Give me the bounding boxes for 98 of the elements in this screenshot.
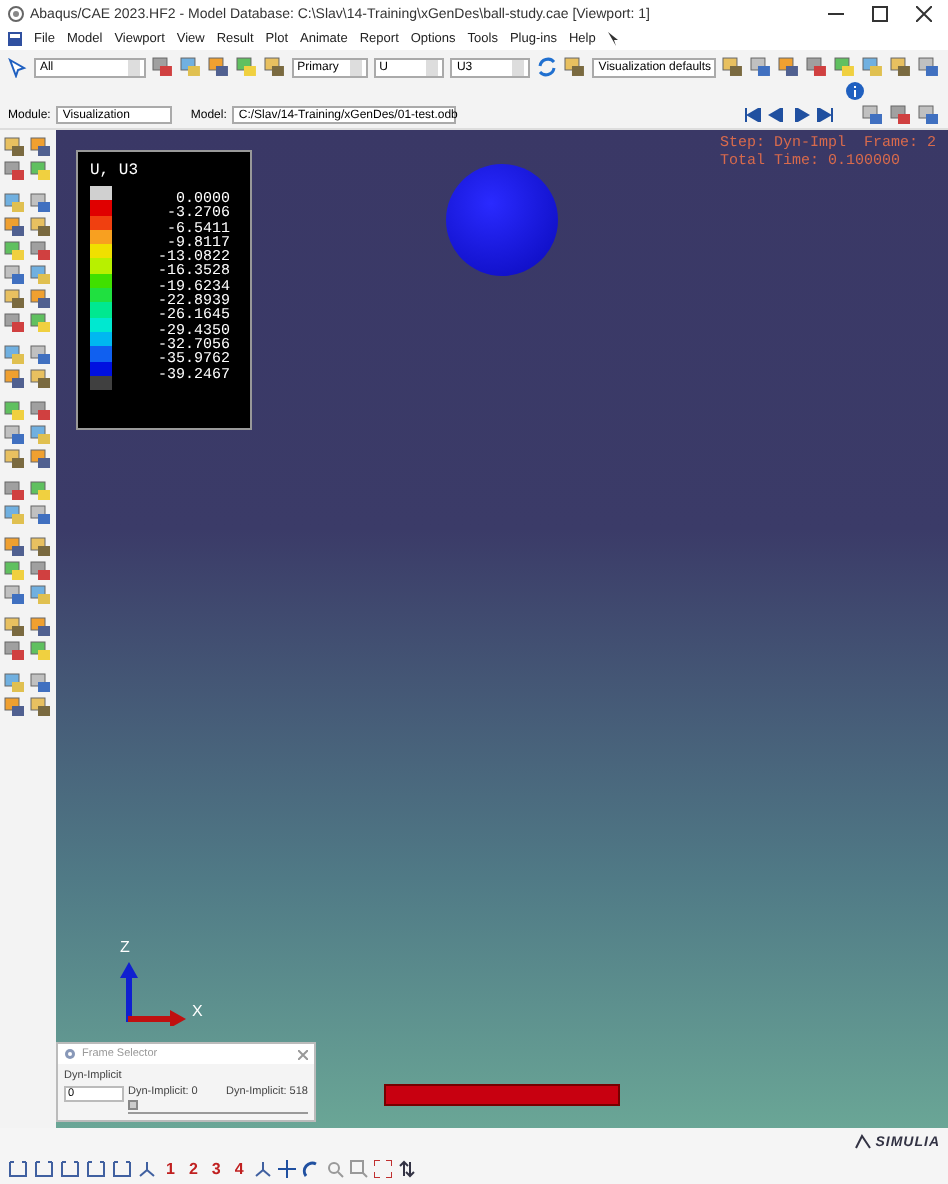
tool-icon[interactable] <box>30 136 52 158</box>
tool-icon[interactable] <box>30 640 52 662</box>
legend-title: U, U3 <box>90 162 141 180</box>
tool-icon[interactable] <box>179 56 202 78</box>
tool-icon[interactable] <box>263 56 286 78</box>
tool-icon[interactable] <box>30 448 52 470</box>
tool-icon[interactable] <box>4 640 26 662</box>
view-frame-icon[interactable] <box>86 1159 106 1177</box>
tool-icon[interactable] <box>30 264 52 286</box>
fit-view-icon[interactable] <box>373 1159 392 1177</box>
pointer-icon[interactable] <box>8 57 28 77</box>
first-frame-icon[interactable] <box>744 108 762 122</box>
tool-icon[interactable] <box>4 480 26 502</box>
view-frame-icon[interactable] <box>60 1159 80 1177</box>
tool-icon[interactable] <box>722 56 745 78</box>
tool-icon[interactable] <box>4 616 26 638</box>
tool-icon[interactable] <box>30 696 52 718</box>
zoom-box-icon[interactable] <box>349 1159 368 1177</box>
view-frame-icon[interactable] <box>8 1159 28 1177</box>
tool-icon[interactable] <box>4 504 26 526</box>
tool-icon[interactable] <box>862 56 885 78</box>
view-frame-icon[interactable] <box>34 1159 54 1177</box>
tool-icon[interactable] <box>30 312 52 334</box>
tool-icon[interactable] <box>235 56 258 78</box>
info-icon[interactable] <box>845 82 863 100</box>
tool-icon[interactable] <box>4 400 26 422</box>
tool-icon[interactable] <box>4 448 26 470</box>
triad-icon[interactable] <box>253 1159 272 1177</box>
maximize-icon[interactable] <box>872 6 888 22</box>
tool-icon[interactable] <box>30 424 52 446</box>
axis-label: X <box>192 1002 203 1020</box>
tool-icon[interactable] <box>151 56 174 78</box>
tool-icon[interactable] <box>30 216 52 238</box>
view-frame-icon[interactable] <box>112 1159 132 1177</box>
tool-icon[interactable] <box>4 368 26 390</box>
tool-icon[interactable] <box>4 288 26 310</box>
tool-icon[interactable] <box>30 400 52 422</box>
x-axis-arrow <box>128 1010 186 1026</box>
tool-icon[interactable] <box>806 56 829 78</box>
tool-icon[interactable] <box>30 480 52 502</box>
pan-icon[interactable] <box>277 1159 296 1177</box>
triad-icon[interactable] <box>138 1159 156 1177</box>
logo-icon <box>853 1134 872 1150</box>
last-frame-icon[interactable] <box>816 108 834 122</box>
previous-frame-icon[interactable] <box>768 108 786 122</box>
tool-icon[interactable] <box>207 56 230 78</box>
frame-slider[interactable] <box>128 1100 308 1114</box>
tool-icon[interactable] <box>4 264 26 286</box>
tool-icon[interactable] <box>4 696 26 718</box>
tool-icon[interactable] <box>4 160 26 182</box>
tool-icon[interactable] <box>4 424 26 446</box>
app-icon <box>8 6 24 22</box>
tool-icon[interactable] <box>30 368 52 390</box>
tool-icon[interactable] <box>4 672 26 694</box>
tool-icon[interactable] <box>4 344 26 366</box>
tool-icon[interactable] <box>834 56 857 78</box>
window-icon[interactable] <box>8 32 22 46</box>
tool-icon[interactable] <box>4 560 26 582</box>
tool-icon[interactable] <box>750 56 773 78</box>
tool-icon[interactable] <box>862 104 884 126</box>
tool-icon[interactable] <box>30 672 52 694</box>
tool-icon[interactable] <box>4 584 26 606</box>
tool-icon[interactable] <box>890 104 912 126</box>
tool-icon[interactable] <box>890 56 913 78</box>
tool-icon[interactable] <box>918 104 940 126</box>
tool-icon[interactable] <box>30 584 52 606</box>
refresh-icon[interactable] <box>536 56 559 78</box>
next-frame-icon[interactable] <box>792 108 810 122</box>
tool-icon[interactable] <box>30 616 52 638</box>
tool-icon[interactable] <box>4 192 26 214</box>
z-axis-arrow <box>120 962 138 1022</box>
tool-icon[interactable] <box>30 160 52 182</box>
tool-icon[interactable] <box>30 288 52 310</box>
tool-icon[interactable] <box>30 192 52 214</box>
tool-icon[interactable] <box>4 136 26 158</box>
tool-icon[interactable] <box>30 344 52 366</box>
tool-icon[interactable] <box>30 504 52 526</box>
slider-thumb[interactable] <box>128 1100 138 1110</box>
close-icon[interactable] <box>916 6 932 22</box>
view-button[interactable]: 1 <box>166 1159 175 1177</box>
tool-icon[interactable] <box>564 56 587 78</box>
tool-icon[interactable] <box>918 56 941 78</box>
tool-icon[interactable] <box>4 536 26 558</box>
flip-icon[interactable] <box>397 1159 416 1177</box>
tool-icon[interactable] <box>30 536 52 558</box>
tool-icon[interactable] <box>30 560 52 582</box>
tool-icon[interactable] <box>778 56 801 78</box>
tool-icon[interactable] <box>4 216 26 238</box>
rotate-icon[interactable] <box>301 1159 320 1177</box>
tool-icon[interactable] <box>4 312 26 334</box>
view-button[interactable]: 2 <box>188 1159 198 1177</box>
view-button[interactable]: 3 <box>211 1159 221 1177</box>
axis-label: Z <box>120 938 130 956</box>
tool-icon[interactable] <box>4 240 26 262</box>
help-cursor-icon[interactable] <box>607 32 622 46</box>
sphere-drawing <box>444 162 560 278</box>
view-button[interactable]: 4 <box>234 1159 244 1177</box>
tool-icon[interactable] <box>30 240 52 262</box>
